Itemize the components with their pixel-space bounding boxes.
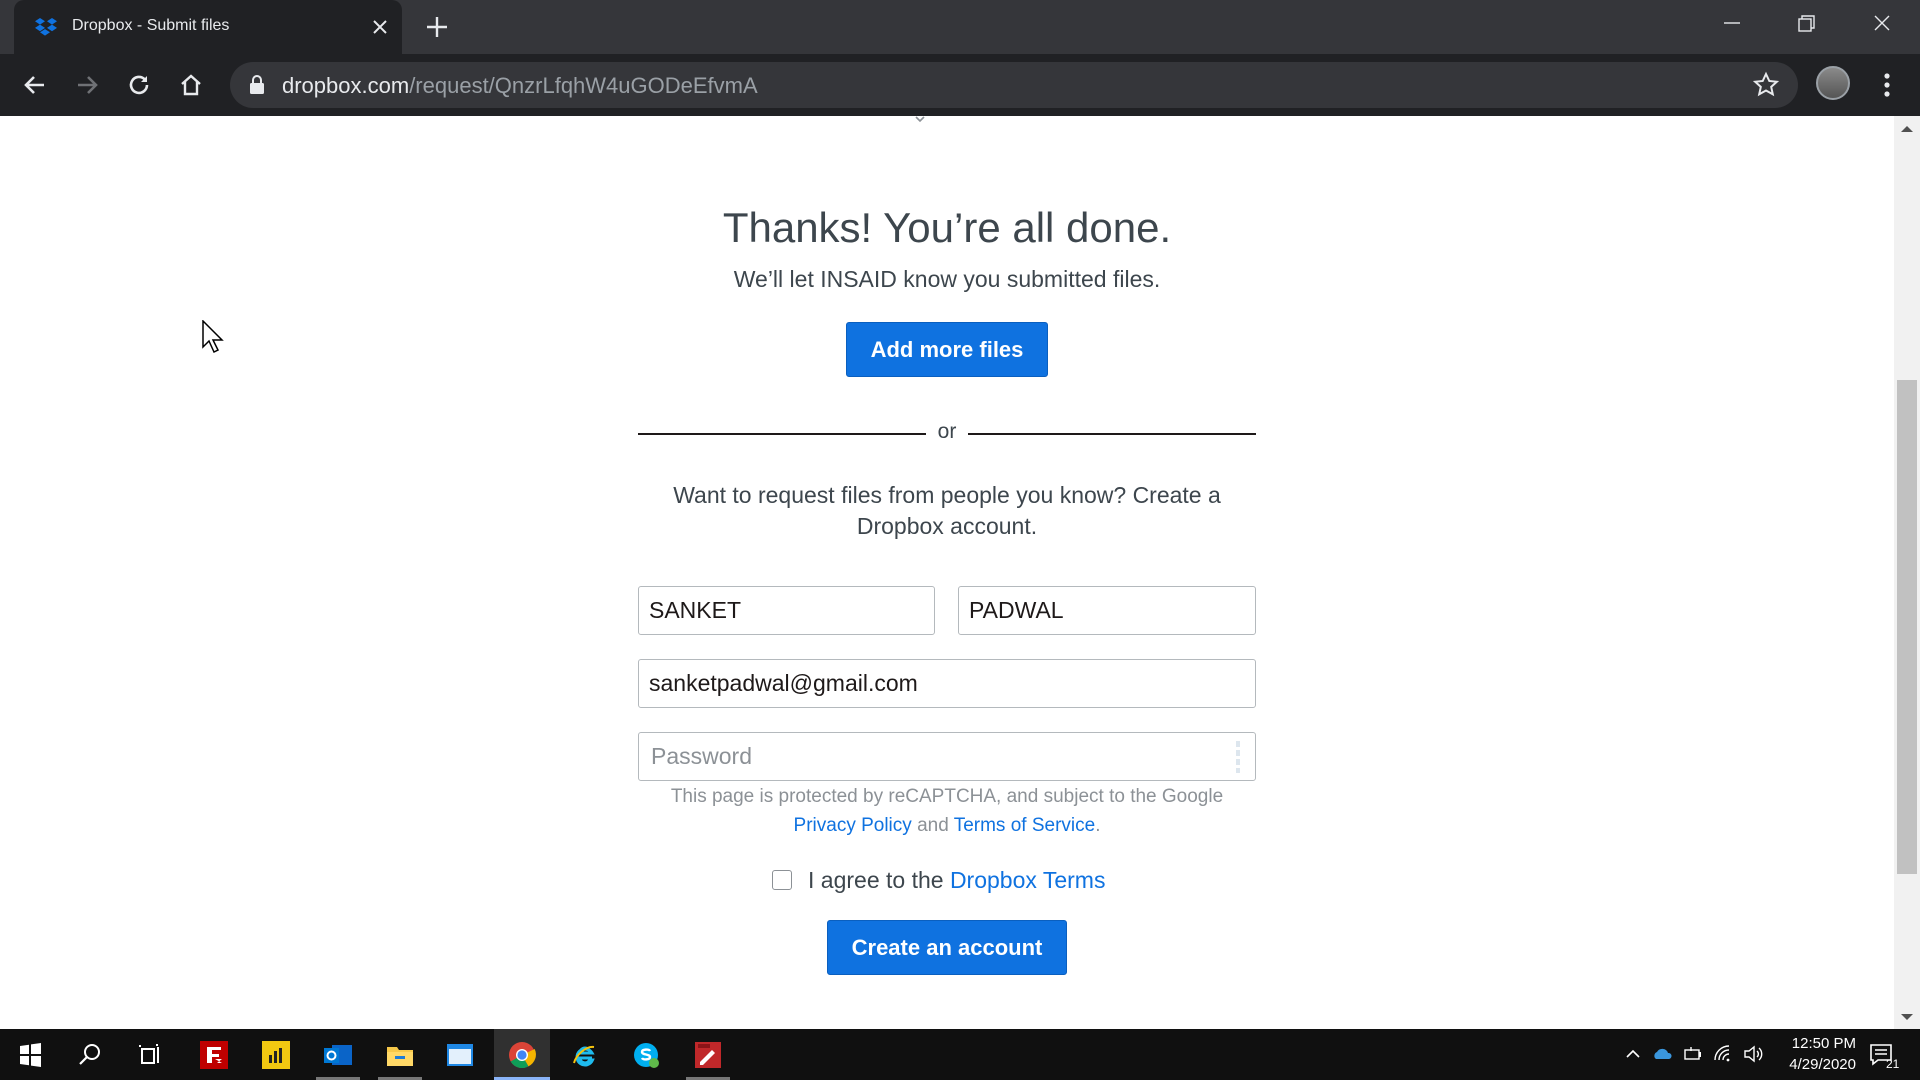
back-arrow-icon[interactable] xyxy=(16,66,54,104)
windows-taskbar: 12:50 PM 4/29/2020 21 xyxy=(0,1029,1920,1080)
address-bar[interactable]: dropbox.com/request/QnzrLfqhW4uGODeEfvmA xyxy=(230,62,1798,108)
divider-left xyxy=(638,433,926,435)
clock-time: 12:50 PM xyxy=(1791,1035,1856,1052)
dropbox-terms-link[interactable]: Dropbox Terms xyxy=(950,867,1106,893)
last-name-field[interactable]: PADWAL xyxy=(958,586,1256,635)
reload-icon[interactable] xyxy=(120,66,158,104)
taskbar-app-chrome[interactable] xyxy=(494,1029,550,1080)
taskbar-app-filezilla[interactable] xyxy=(186,1029,242,1080)
taskbar-app-outlook[interactable] xyxy=(310,1029,366,1080)
taskbar-clock[interactable]: 12:50 PM 4/29/2020 xyxy=(1756,1033,1856,1075)
new-tab-icon[interactable] xyxy=(422,12,452,42)
terms-of-service-link[interactable]: Terms of Service xyxy=(954,815,1095,836)
url-path: /request/QnzrLfqhW4uGODeEfvmA xyxy=(409,73,758,98)
windows-start-icon[interactable] xyxy=(10,1035,50,1075)
email-field[interactable]: sanketpadwal@gmail.com xyxy=(638,659,1256,708)
add-more-files-button[interactable]: Add more files xyxy=(846,322,1048,377)
password-placeholder: Password xyxy=(651,743,752,769)
browser-tab-strip: Dropbox - Submit files xyxy=(0,0,1920,54)
more-options-icon[interactable] xyxy=(1872,68,1902,102)
bookmark-star-icon[interactable] xyxy=(1752,71,1780,99)
password-field[interactable]: Password xyxy=(638,732,1256,781)
profile-avatar[interactable] xyxy=(1816,66,1850,100)
home-icon[interactable] xyxy=(172,66,210,104)
browser-toolbar: dropbox.com/request/QnzrLfqhW4uGODeEfvmA xyxy=(0,54,1920,116)
browser-tab[interactable]: Dropbox - Submit files xyxy=(14,0,402,54)
minimize-window-icon[interactable] xyxy=(1712,8,1752,38)
chrome-icon xyxy=(509,1042,536,1069)
onedrive-icon[interactable] xyxy=(1652,1043,1674,1065)
close-tab-icon[interactable] xyxy=(368,15,392,39)
restore-window-icon[interactable] xyxy=(1786,8,1826,38)
recaptcha-suffix: . xyxy=(1095,815,1101,836)
mouse-cursor-icon xyxy=(202,320,224,354)
request-files-text: Want to request files from people you kn… xyxy=(673,482,1221,539)
wifi-icon[interactable] xyxy=(1712,1043,1734,1065)
power-bi-icon xyxy=(262,1041,290,1069)
privacy-policy-link[interactable]: Privacy Policy xyxy=(794,815,912,836)
url-host: dropbox.com xyxy=(282,73,410,98)
recaptcha-notice: This page is protected by reCAPTCHA, and… xyxy=(638,782,1256,840)
agree-text: I agree to the xyxy=(808,867,944,893)
taskbar-app-skype[interactable] xyxy=(618,1029,674,1080)
page-viewport: Thanks! You’re all done. We’ll let INSAI… xyxy=(0,116,1920,1029)
battery-icon[interactable] xyxy=(1682,1043,1704,1065)
page-title: Thanks! You’re all done. xyxy=(722,204,1172,251)
lock-icon[interactable] xyxy=(248,74,266,96)
divider-right xyxy=(968,433,1256,435)
divider-or-text: or xyxy=(937,420,957,443)
filezilla-icon xyxy=(200,1041,228,1069)
internet-explorer-icon xyxy=(573,1045,595,1067)
taskbar-app-internet-explorer[interactable] xyxy=(556,1029,612,1080)
url-text[interactable]: dropbox.com/request/QnzrLfqhW4uGODeEfvmA xyxy=(282,73,758,99)
taskbar-app-file-explorer[interactable] xyxy=(372,1029,428,1080)
clock-date: 4/29/2020 xyxy=(1789,1056,1856,1073)
recaptcha-prefix: This page is protected by reCAPTCHA, and… xyxy=(670,786,1224,807)
close-window-icon[interactable] xyxy=(1862,8,1902,38)
task-view-icon[interactable] xyxy=(130,1035,170,1075)
page-subtitle: We’ll let INSAID know you submitted file… xyxy=(733,266,1161,292)
scrollbar-thumb[interactable] xyxy=(1897,380,1917,874)
notification-count-badge: 21 xyxy=(1886,1057,1900,1071)
scroll-up-icon[interactable] xyxy=(1898,122,1916,136)
first-name-field[interactable]: SANKET xyxy=(638,586,935,635)
taskbar-app-window[interactable] xyxy=(432,1029,488,1080)
dropbox-logo-icon xyxy=(35,18,57,36)
search-icon[interactable] xyxy=(70,1035,110,1075)
file-explorer-icon xyxy=(387,1047,413,1066)
password-manager-icon[interactable] xyxy=(1235,739,1241,775)
outlook-icon xyxy=(324,1045,352,1065)
scroll-down-icon[interactable] xyxy=(1898,1010,1916,1024)
taskbar-app-power-bi[interactable] xyxy=(248,1029,304,1080)
taskbar-app-pdf-editor[interactable] xyxy=(680,1029,736,1080)
forward-arrow-icon[interactable] xyxy=(68,66,106,104)
chevron-down-icon xyxy=(915,116,925,123)
tab-title: Dropbox - Submit files xyxy=(72,17,230,34)
create-account-button[interactable]: Create an account xyxy=(827,920,1067,975)
window-app-icon xyxy=(447,1044,473,1066)
pdf-editor-icon xyxy=(695,1042,721,1068)
agree-terms-checkbox[interactable] xyxy=(772,870,792,890)
chevron-up-icon[interactable] xyxy=(1622,1043,1644,1065)
recaptcha-and: and xyxy=(917,815,949,836)
agree-terms-label: I agree to the Dropbox Terms xyxy=(808,864,1105,896)
skype-icon xyxy=(634,1043,659,1068)
